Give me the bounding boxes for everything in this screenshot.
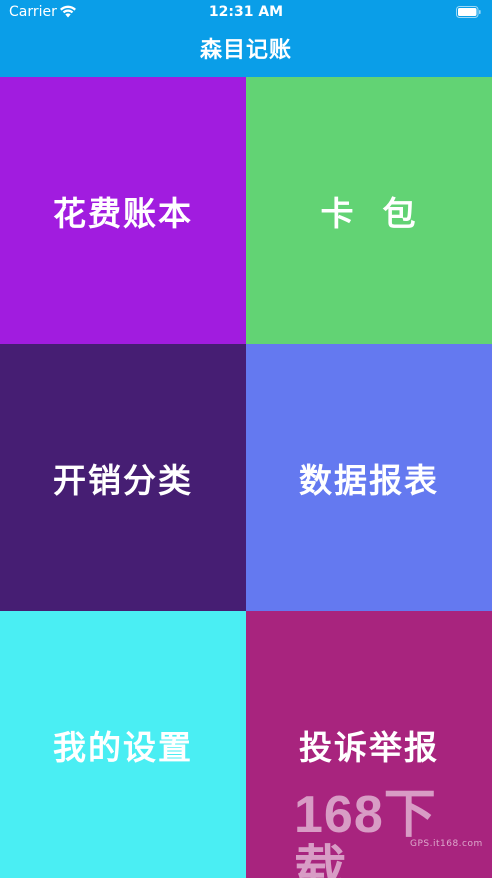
tile-data-report[interactable]: 数据报表 xyxy=(246,344,492,611)
app-screen: Carrier 12:31 AM 森目记账 花费账本 卡 包 开销分类 数据报表… xyxy=(0,0,492,878)
tile-label: 花费账本 xyxy=(53,193,193,233)
tile-label: 投诉举报 xyxy=(299,727,439,767)
tile-label: 数据报表 xyxy=(299,460,439,500)
top-bar: Carrier 12:31 AM 森目记账 xyxy=(0,0,492,77)
menu-grid: 花费账本 卡 包 开销分类 数据报表 我的设置 投诉举报 xyxy=(0,77,492,878)
tile-label: 卡 包 xyxy=(320,193,418,233)
tile-label: 我的设置 xyxy=(53,727,193,767)
tile-expense-category[interactable]: 开销分类 xyxy=(0,344,246,611)
battery-icon xyxy=(456,6,481,18)
tile-card-wallet[interactable]: 卡 包 xyxy=(246,77,492,344)
page-title: 森目记账 xyxy=(199,38,292,63)
status-bar: Carrier 12:31 AM xyxy=(0,0,492,26)
status-time: 12:31 AM xyxy=(208,4,284,20)
tile-complaint-report[interactable]: 投诉举报 xyxy=(246,611,492,878)
tile-expense-ledger[interactable]: 花费账本 xyxy=(0,77,246,344)
tile-my-settings[interactable]: 我的设置 xyxy=(0,611,246,878)
tile-label: 开销分类 xyxy=(53,460,193,500)
